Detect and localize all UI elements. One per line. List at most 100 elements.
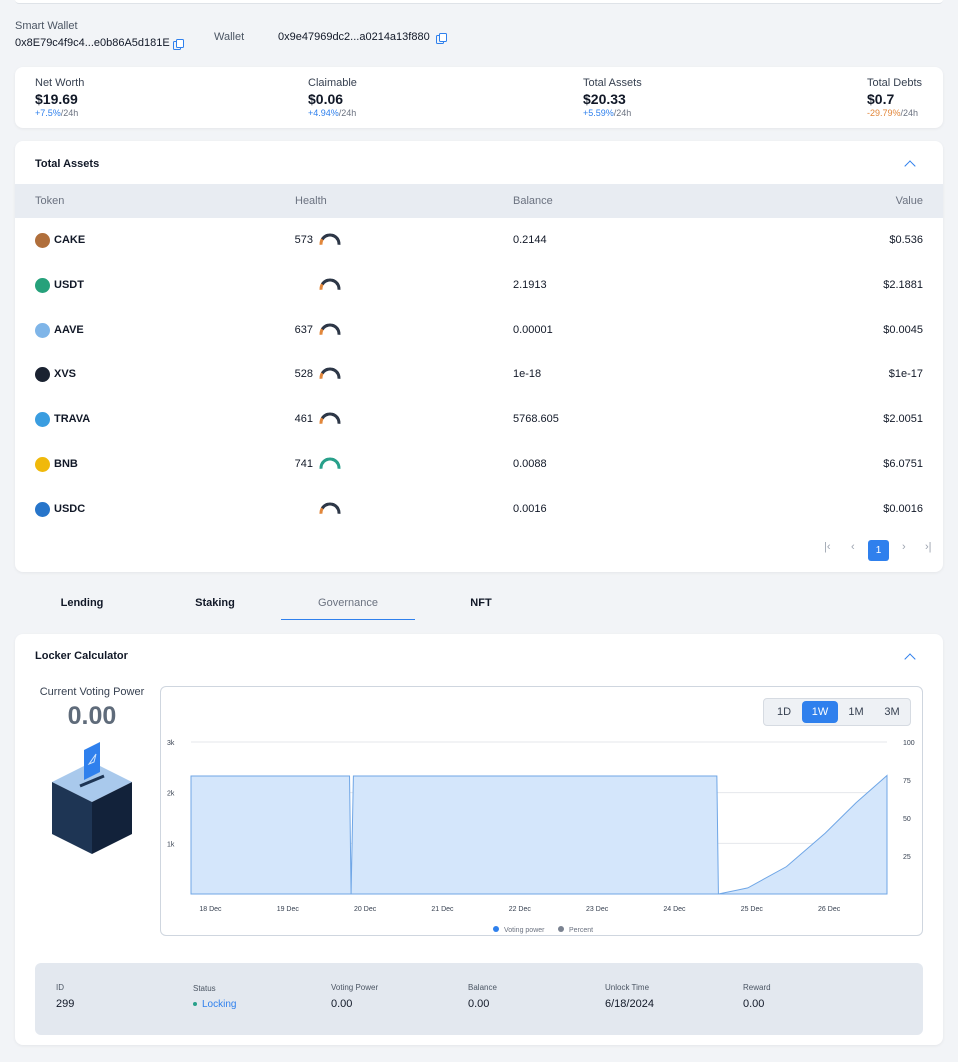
table-row[interactable]: AAVE 637 0.00001 $0.0045 [15,308,943,352]
y-left-tick-label: 1k [167,841,175,848]
stat-total-assets: Total Assets $20.33 +5.59%/24h [583,77,642,118]
stat-label: Net Worth [35,77,85,89]
info-label: Voting Power [331,983,379,992]
chart-canvas: 3k 2k 1k 100 75 50 25 18 Dec 19 Dec 20 Dec 21 Dec 2… [167,740,915,934]
health-gauge-icon [319,323,341,335]
table-row[interactable]: BNB 741 0.0088 $6.0751 [15,442,943,486]
token-balance: 5768.605 [513,413,559,426]
info-label: ID [56,983,64,992]
series-percent-area [718,774,888,895]
bnb-icon [35,457,50,472]
tab-staking[interactable]: Staking [148,586,282,620]
top-bar [15,0,943,4]
lock-balance: 0.00 [468,998,490,1010]
chevron-up-icon[interactable] [904,653,916,665]
table-row[interactable]: CAKE 573 0.2144 $0.536 [15,218,943,262]
token-name: CAKE [54,234,86,246]
cake-icon [35,233,50,248]
first-page-icon[interactable]: |‹ [824,541,831,553]
health-score: 461 [294,413,313,426]
ballot-box-icon [52,742,132,854]
y-right-tick-label: 50 [903,816,911,823]
table-row[interactable]: USDT 2.1913 $2.1881 [15,263,943,307]
tab-nft[interactable]: NFT [414,586,548,620]
usdt-icon [35,277,50,293]
health-score: 637 [294,323,313,336]
table-row[interactable]: XVS 528 1e-18 $1e-17 [15,352,943,396]
stat-label: Total Assets [583,77,642,89]
total-assets-card: Total Assets Token Health Balance Value … [15,141,943,572]
health-gauge-icon [319,278,341,290]
voting-power-chart: 1D 1W 1M 3M 3k 2k 1k 100 75 50 25 18 Dec 19 Dec 2… [160,686,923,936]
health-score: 573 [294,234,313,246]
x-tick-label: 26 Dec [818,906,841,913]
token-value: $2.1881 [883,278,923,291]
x-tick-label: 18 Dec [199,906,222,913]
token-value: $2.0051 [883,413,923,426]
copy-icon[interactable] [173,39,184,50]
token-balance: 2.1913 [513,278,547,291]
info-label: Balance [468,983,497,992]
token-balance: 0.0016 [513,502,547,515]
stat-claimable: Claimable $0.06 +4.94%/24h [308,77,357,118]
series-voting-power-area [190,775,719,895]
health-gauge-icon [319,502,341,514]
token-value: $0.0045 [883,323,923,336]
stat-label: Claimable [308,77,357,89]
x-tick-label: 21 Dec [431,906,454,913]
stat-total-debts: Total Debts $0.7 -29.79%/24h [867,77,922,118]
xvs-icon [35,367,50,383]
card-title: Total Assets [35,158,100,170]
health-gauge-icon [319,367,341,380]
y-right-tick-label: 25 [903,854,911,861]
x-tick-label: 24 Dec [663,906,686,913]
lock-id: 299 [56,998,75,1010]
prev-page-icon[interactable]: ‹ [851,541,855,553]
section-tabs: Lending Staking Governance NFT [15,586,943,622]
y-left-tick-label: 2k [167,791,175,798]
wallet-info: Smart Wallet 0x8E79c4f9c4...e0b86A5d181E… [15,20,943,56]
token-name: XVS [54,368,77,381]
lock-reward: 0.00 [743,998,765,1010]
next-page-icon[interactable]: › [902,541,906,553]
stats-card: Net Worth $19.69 +7.5%/24h Claimable $0.… [15,67,943,128]
chevron-up-icon[interactable] [904,160,916,172]
x-tick-label: 22 Dec [509,906,532,913]
token-balance: 0.2144 [513,234,547,246]
lock-info-panel: ID 299 Status Locking Voting Power 0.00 … [35,963,923,1035]
table-row[interactable]: USDC 0.0016 $0.0016 [15,487,943,531]
legend-voting-power-label: Voting power [504,927,545,934]
smart-wallet-address: 0x8E79c4f9c4...e0b86A5d181E [15,37,170,49]
usdc-icon [35,501,50,517]
token-name: USDC [54,502,86,515]
health-gauge-icon [319,457,341,469]
column-header: Token [35,195,65,207]
stat-change: +4.94% [308,108,339,118]
y-right-tick-label: 75 [903,778,911,785]
health-score: 528 [294,368,313,381]
tab-governance[interactable]: Governance [281,586,415,620]
copy-icon[interactable] [436,33,447,44]
lock-voting-power: 0.00 [331,998,353,1010]
stat-value: $19.69 [35,91,78,107]
table-row[interactable]: TRAVA 461 5768.605 $2.0051 [15,397,943,441]
column-header: Value [895,195,923,207]
y-right-tick-label: 100 [903,740,915,747]
tab-lending[interactable]: Lending [15,586,149,620]
legend-voting-power-marker [493,926,499,932]
token-name: BNB [54,458,78,470]
token-value: $1e-17 [888,368,923,381]
token-value: $0.0016 [883,502,923,515]
token-name: AAVE [54,323,84,336]
token-name: USDT [54,278,84,291]
stat-net-worth: Net Worth $19.69 +7.5%/24h [35,77,84,118]
token-name: TRAVA [54,413,91,426]
stat-period: /24h [60,108,79,118]
page-button-current[interactable]: 1 [868,540,889,561]
stat-label: Total Debts [867,77,923,89]
x-tick-label: 19 Dec [277,906,300,913]
last-page-icon[interactable]: ›| [925,541,932,553]
smart-wallet-label: Smart Wallet [15,20,78,32]
column-header: Balance [513,195,553,207]
token-balance: 0.00001 [513,323,553,336]
